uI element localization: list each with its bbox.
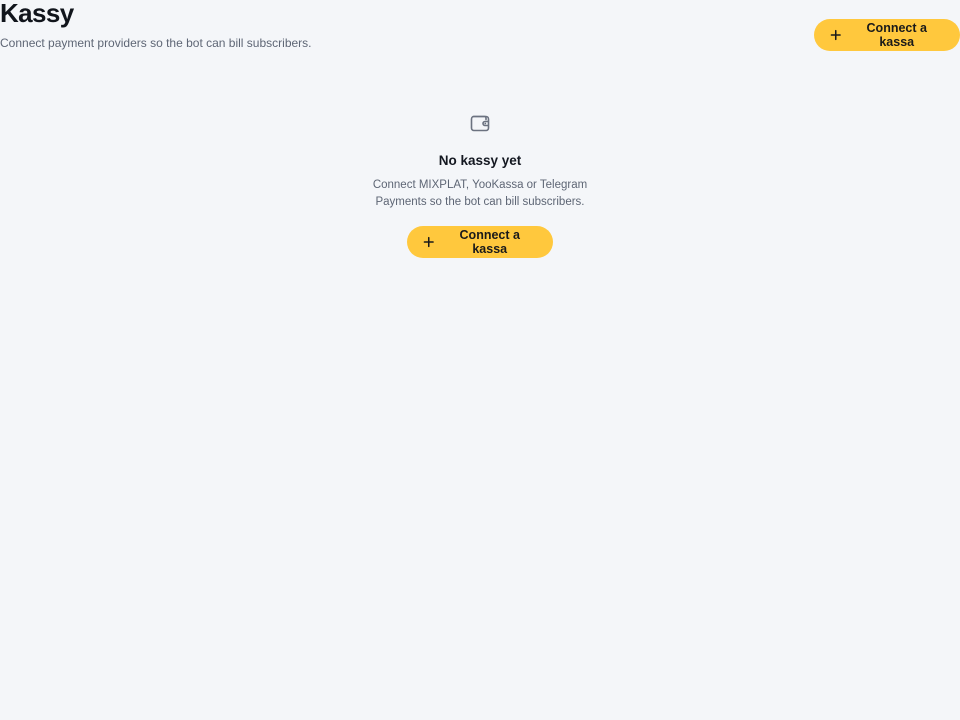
connect-kassa-button[interactable]: Connect a kassa [814, 19, 960, 51]
connect-kassa-button-label: Connect a kassa [866, 21, 927, 49]
page-subtitle: Connect payment providers so the bot can… [0, 36, 312, 50]
wallet-icon [470, 115, 490, 132]
empty-state-connect-kassa-button[interactable]: Connect a kassa [407, 226, 553, 258]
kassy-page: Kassy Connect payment providers so the b… [0, 0, 960, 720]
empty-state-description: Connect MIXPLAT, YooKassa or Telegram Pa… [360, 177, 600, 210]
plus-icon [830, 29, 841, 41]
empty-state-title: No kassy yet [438, 153, 522, 168]
empty-state: No kassy yet Connect MIXPLAT, YooKassa o… [330, 108, 630, 258]
page-title: Kassy [0, 0, 74, 28]
empty-state-description-line-1: Connect MIXPLAT, YooKassa or Telegram [372, 179, 588, 191]
empty-state-description-line-2: Payments so the bot can bill subscribers… [375, 195, 585, 208]
empty-state-connect-kassa-button-label: Connect a kassa [459, 228, 520, 256]
plus-icon [423, 236, 434, 248]
page-header: Kassy Connect payment providers so the b… [0, 0, 960, 60]
